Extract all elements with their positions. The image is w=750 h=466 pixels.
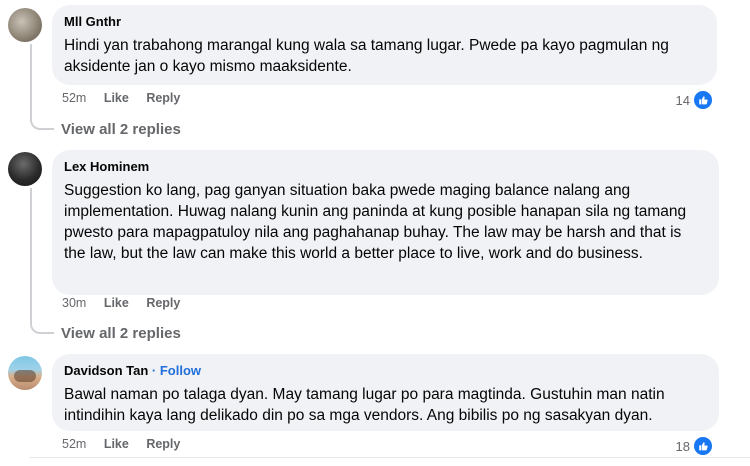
reaction-summary[interactable]: 14	[676, 89, 714, 111]
comment-time[interactable]: 52m	[62, 437, 86, 451]
comment-text: Bawal naman po talaga dyan. May tamang l…	[64, 386, 665, 424]
like-button[interactable]: Like	[104, 296, 129, 310]
reply-button[interactable]: Reply	[146, 296, 180, 310]
comment-author[interactable]: Mll Gnthr	[64, 14, 705, 30]
thumbs-up-icon	[692, 435, 714, 457]
like-button[interactable]: Like	[104, 437, 129, 451]
thumbs-up-icon	[692, 89, 714, 111]
comment-bubble: Davidson Tan · Follow Bawal naman po tal…	[52, 354, 719, 431]
reply-button[interactable]: Reply	[146, 437, 180, 451]
avatar[interactable]	[8, 8, 42, 42]
like-button[interactable]: Like	[104, 91, 129, 105]
comment-author[interactable]: Lex Hominem	[64, 159, 707, 175]
comment-bubble: Mll Gnthr Hindi yan trabahong marangal k…	[52, 5, 717, 85]
reaction-count: 18	[675, 438, 690, 454]
follow-button[interactable]: · Follow	[152, 363, 201, 378]
view-replies-link[interactable]: View all 2 replies	[61, 325, 181, 342]
avatar[interactable]	[8, 356, 42, 390]
comment-actions: 52m Like Reply	[62, 437, 194, 451]
comment-text: Suggestion ko lang, pag ganyan situation…	[64, 182, 687, 262]
comment-time[interactable]: 30m	[62, 296, 86, 310]
reaction-count: 14	[675, 92, 690, 108]
comment-author-line: Davidson Tan · Follow	[64, 363, 707, 379]
comment-actions: 52m Like Reply	[62, 91, 194, 105]
thread-line	[30, 188, 54, 334]
avatar[interactable]	[8, 152, 42, 186]
comment-author[interactable]: Davidson Tan	[64, 363, 148, 378]
comment-text: Hindi yan trabahong marangal kung wala s…	[64, 37, 669, 75]
comment-time[interactable]: 52m	[62, 91, 86, 105]
view-replies-link[interactable]: View all 2 replies	[61, 121, 181, 138]
reaction-summary[interactable]: 18	[676, 435, 714, 457]
thread-line	[30, 44, 54, 130]
comment-actions: 30m Like Reply	[62, 296, 194, 310]
reply-button[interactable]: Reply	[146, 91, 180, 105]
comment-bubble: Lex Hominem Suggestion ko lang, pag gany…	[52, 150, 719, 295]
